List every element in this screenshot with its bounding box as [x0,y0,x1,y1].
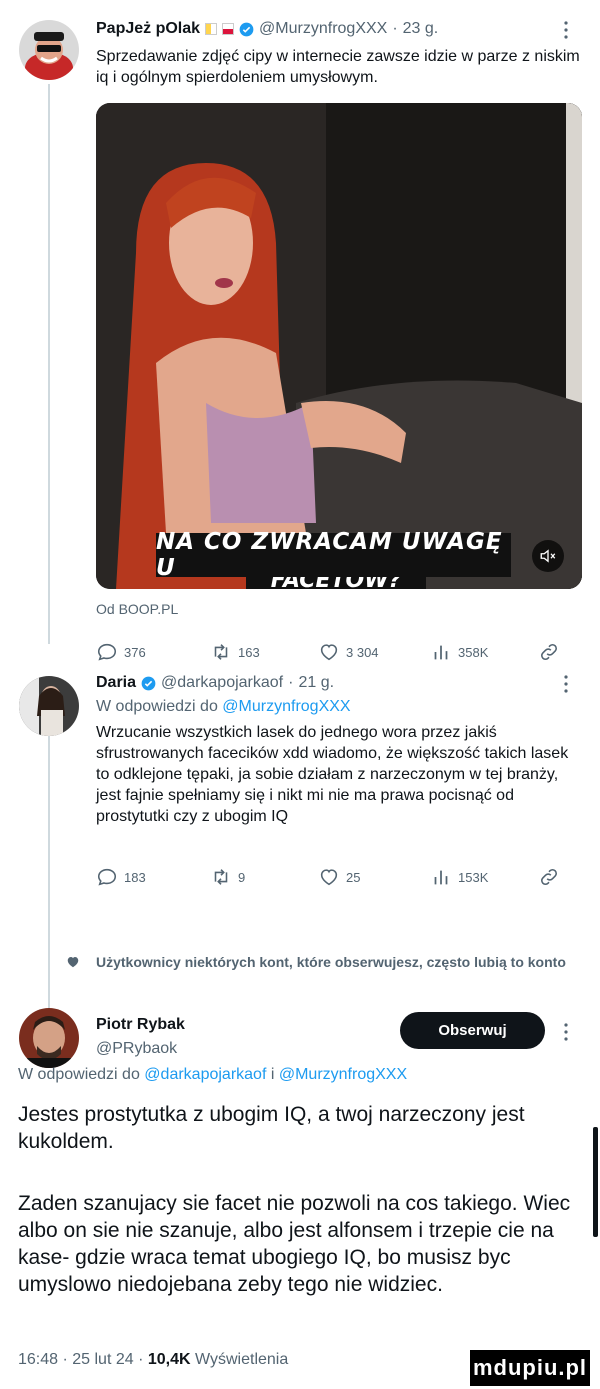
mute-button[interactable] [532,540,564,572]
video-media[interactable]: NA CO ZWRACAM UWAGĘ U FACETÓW? [96,103,582,589]
repost-button[interactable]: 163 [210,641,260,663]
post-text: Wrzucanie wszystkich lasek do jednego wo… [96,724,569,825]
author-handle-row: @PRybaok [96,1040,177,1058]
share-button[interactable] [538,641,560,663]
post-header: PapJeż pOlak @MurzynfrogXXX · 23 g. [96,20,439,38]
repost-icon [214,869,228,885]
more-icon[interactable] [556,672,576,696]
thread-line [48,84,50,644]
post-text-paragraph: Jestes prostytutka z ubogim IQ, a twoj n… [18,1103,525,1153]
reply-context: W odpowiedzi do @MurzynfrogXXX [96,698,351,715]
watermark-logo: mdupiu.pl [470,1350,590,1386]
more-icon[interactable] [556,1020,576,1044]
mention-link[interactable]: @darkapojarkaof [144,1066,266,1083]
like-icon [320,869,338,886]
views-icon [434,645,448,660]
post-timestamp[interactable]: 16:48 · 25 lut 24 · [18,1351,143,1368]
avatar[interactable] [19,20,79,80]
like-icon [320,644,338,661]
action-bar: 376 163 3 304 358K [96,641,557,667]
author-handle[interactable]: @darkapojarkaof [161,674,283,692]
post-header: Daria @darkapojarkaof · 21 g. [96,674,335,692]
author-name[interactable]: PapJeż pOlak [96,20,200,38]
reply-context: W odpowiedzi do @darkapojarkaof i @Murzy… [18,1066,408,1083]
avatar[interactable] [19,1008,79,1068]
follow-button[interactable]: Obserwuj [400,1012,545,1049]
repost-icon [214,644,228,660]
verified-badge-icon [141,676,156,690]
mention-link[interactable]: @MurzynfrogXXX [279,1066,407,1083]
reply-button[interactable]: 376 [96,641,146,663]
video-caption-cut: FACETÓW? [246,577,426,589]
like-button[interactable]: 3 304 [318,641,379,663]
views-button[interactable]: 153K [430,866,488,888]
author-handle[interactable]: @PRybaok [96,1040,177,1058]
flag-icon [222,23,235,35]
post-age[interactable]: 21 g. [298,674,334,692]
author-handle[interactable]: @MurzynfrogXXX [259,20,387,38]
reply-icon [97,643,117,661]
post-text: Sprzedawanie zdjęć cipy w internecie zaw… [96,48,580,86]
post-text-paragraph: Zaden szanujacy sie facet nie pozwoli na… [18,1192,571,1296]
avatar[interactable] [19,676,79,736]
video-caption: NA CO ZWRACAM UWAGĘ U [156,529,511,581]
views-icon [434,870,448,885]
more-icon[interactable] [556,18,576,42]
views-label: Wyświetlenia [195,1351,289,1368]
mention-link[interactable]: @MurzynfrogXXX [222,698,350,715]
author-name[interactable]: Daria [96,674,136,692]
views-button[interactable]: 358K [430,641,488,663]
reply-button[interactable]: 183 [96,866,146,888]
heart-icon [67,957,79,968]
action-bar: 183 9 25 153K [96,866,557,892]
thread-line [48,712,50,1022]
flag-icon [205,23,218,35]
views-count: 10,4K [147,1351,191,1368]
mute-icon [540,549,556,563]
verified-badge-icon [239,22,254,36]
share-button[interactable] [538,866,560,888]
share-icon [541,644,557,660]
post-header: Piotr Rybak [96,1016,185,1034]
share-icon [541,869,557,885]
scrollbar[interactable] [593,1127,598,1237]
post-meta: 16:48 · 25 lut 24 · 10,4K Wyświetlenia [18,1351,288,1369]
author-name[interactable]: Piotr Rybak [96,1016,185,1034]
media-source: Od BOOP.PL [96,601,179,617]
reply-icon [97,868,117,886]
repost-button[interactable]: 9 [210,866,245,888]
like-button[interactable]: 25 [318,866,360,888]
post-age[interactable]: 23 g. [403,20,439,38]
